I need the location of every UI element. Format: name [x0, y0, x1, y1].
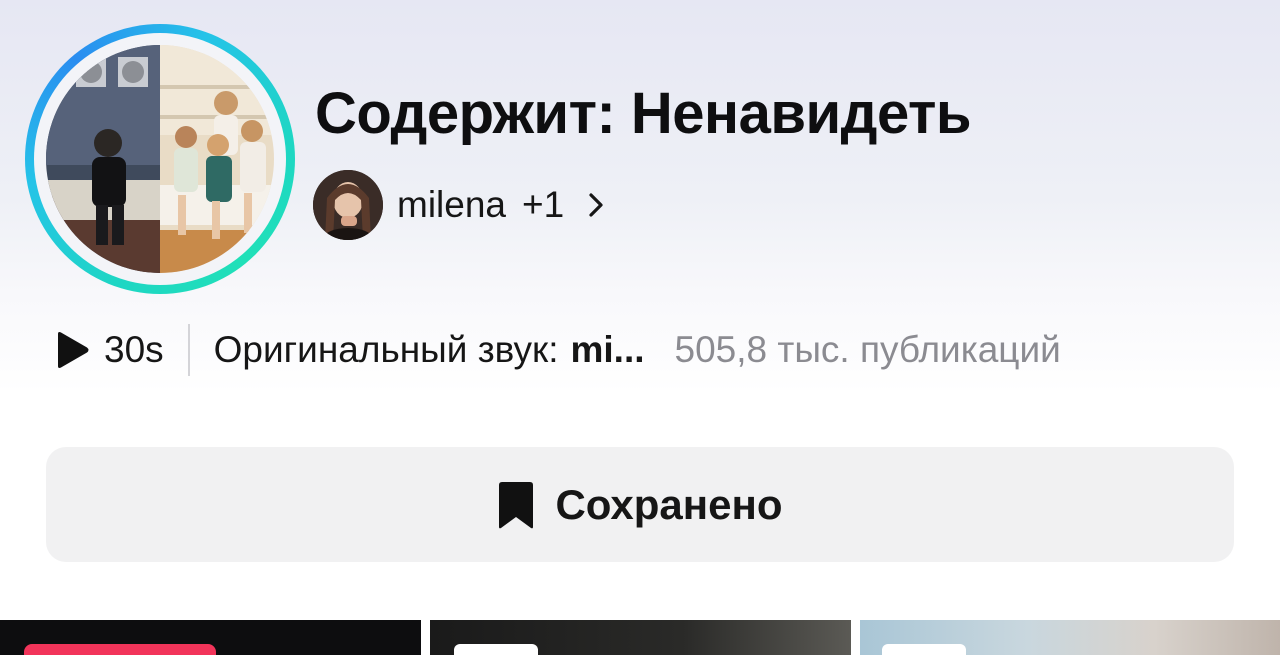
- save-button[interactable]: Сохранено: [46, 447, 1234, 562]
- avatar: [313, 170, 383, 240]
- sound-title: Содержит: Ненавидеть: [315, 81, 972, 146]
- video-grid: [0, 620, 1280, 655]
- save-label: Сохранено: [555, 480, 783, 528]
- video-thumbnail[interactable]: [430, 620, 851, 655]
- thumbnail-badge: [454, 644, 538, 655]
- sound-cover[interactable]: [25, 24, 295, 294]
- author-name: milena: [397, 184, 506, 225]
- author-extra-count: +1: [522, 184, 565, 225]
- original-sound-label: Оригинальный звук:: [213, 329, 559, 370]
- thumbnail-badge: [24, 644, 216, 655]
- original-sound-author[interactable]: mi...: [570, 329, 644, 371]
- sound-meta-row: 30s Оригинальный звук: mi... 505,8 тыс. …: [54, 322, 1244, 378]
- duration: 30s: [104, 329, 164, 370]
- chevron-right-icon: [586, 192, 606, 218]
- video-thumbnail[interactable]: [860, 620, 1280, 655]
- cover-ring-gap: [34, 33, 286, 285]
- play-icon[interactable]: [54, 331, 90, 369]
- sound-header: Содержит: Ненавидеть milena +1 30s Ориги…: [0, 0, 1280, 376]
- thumbnail-badge: [882, 644, 966, 655]
- posts-count: 505,8 тыс. публикаций: [674, 329, 1061, 370]
- divider: [187, 324, 190, 376]
- cover-image: [46, 45, 274, 273]
- video-thumbnail[interactable]: [0, 620, 421, 655]
- bookmark-filled-icon: [497, 480, 535, 530]
- author-link[interactable]: milena +1: [313, 169, 606, 241]
